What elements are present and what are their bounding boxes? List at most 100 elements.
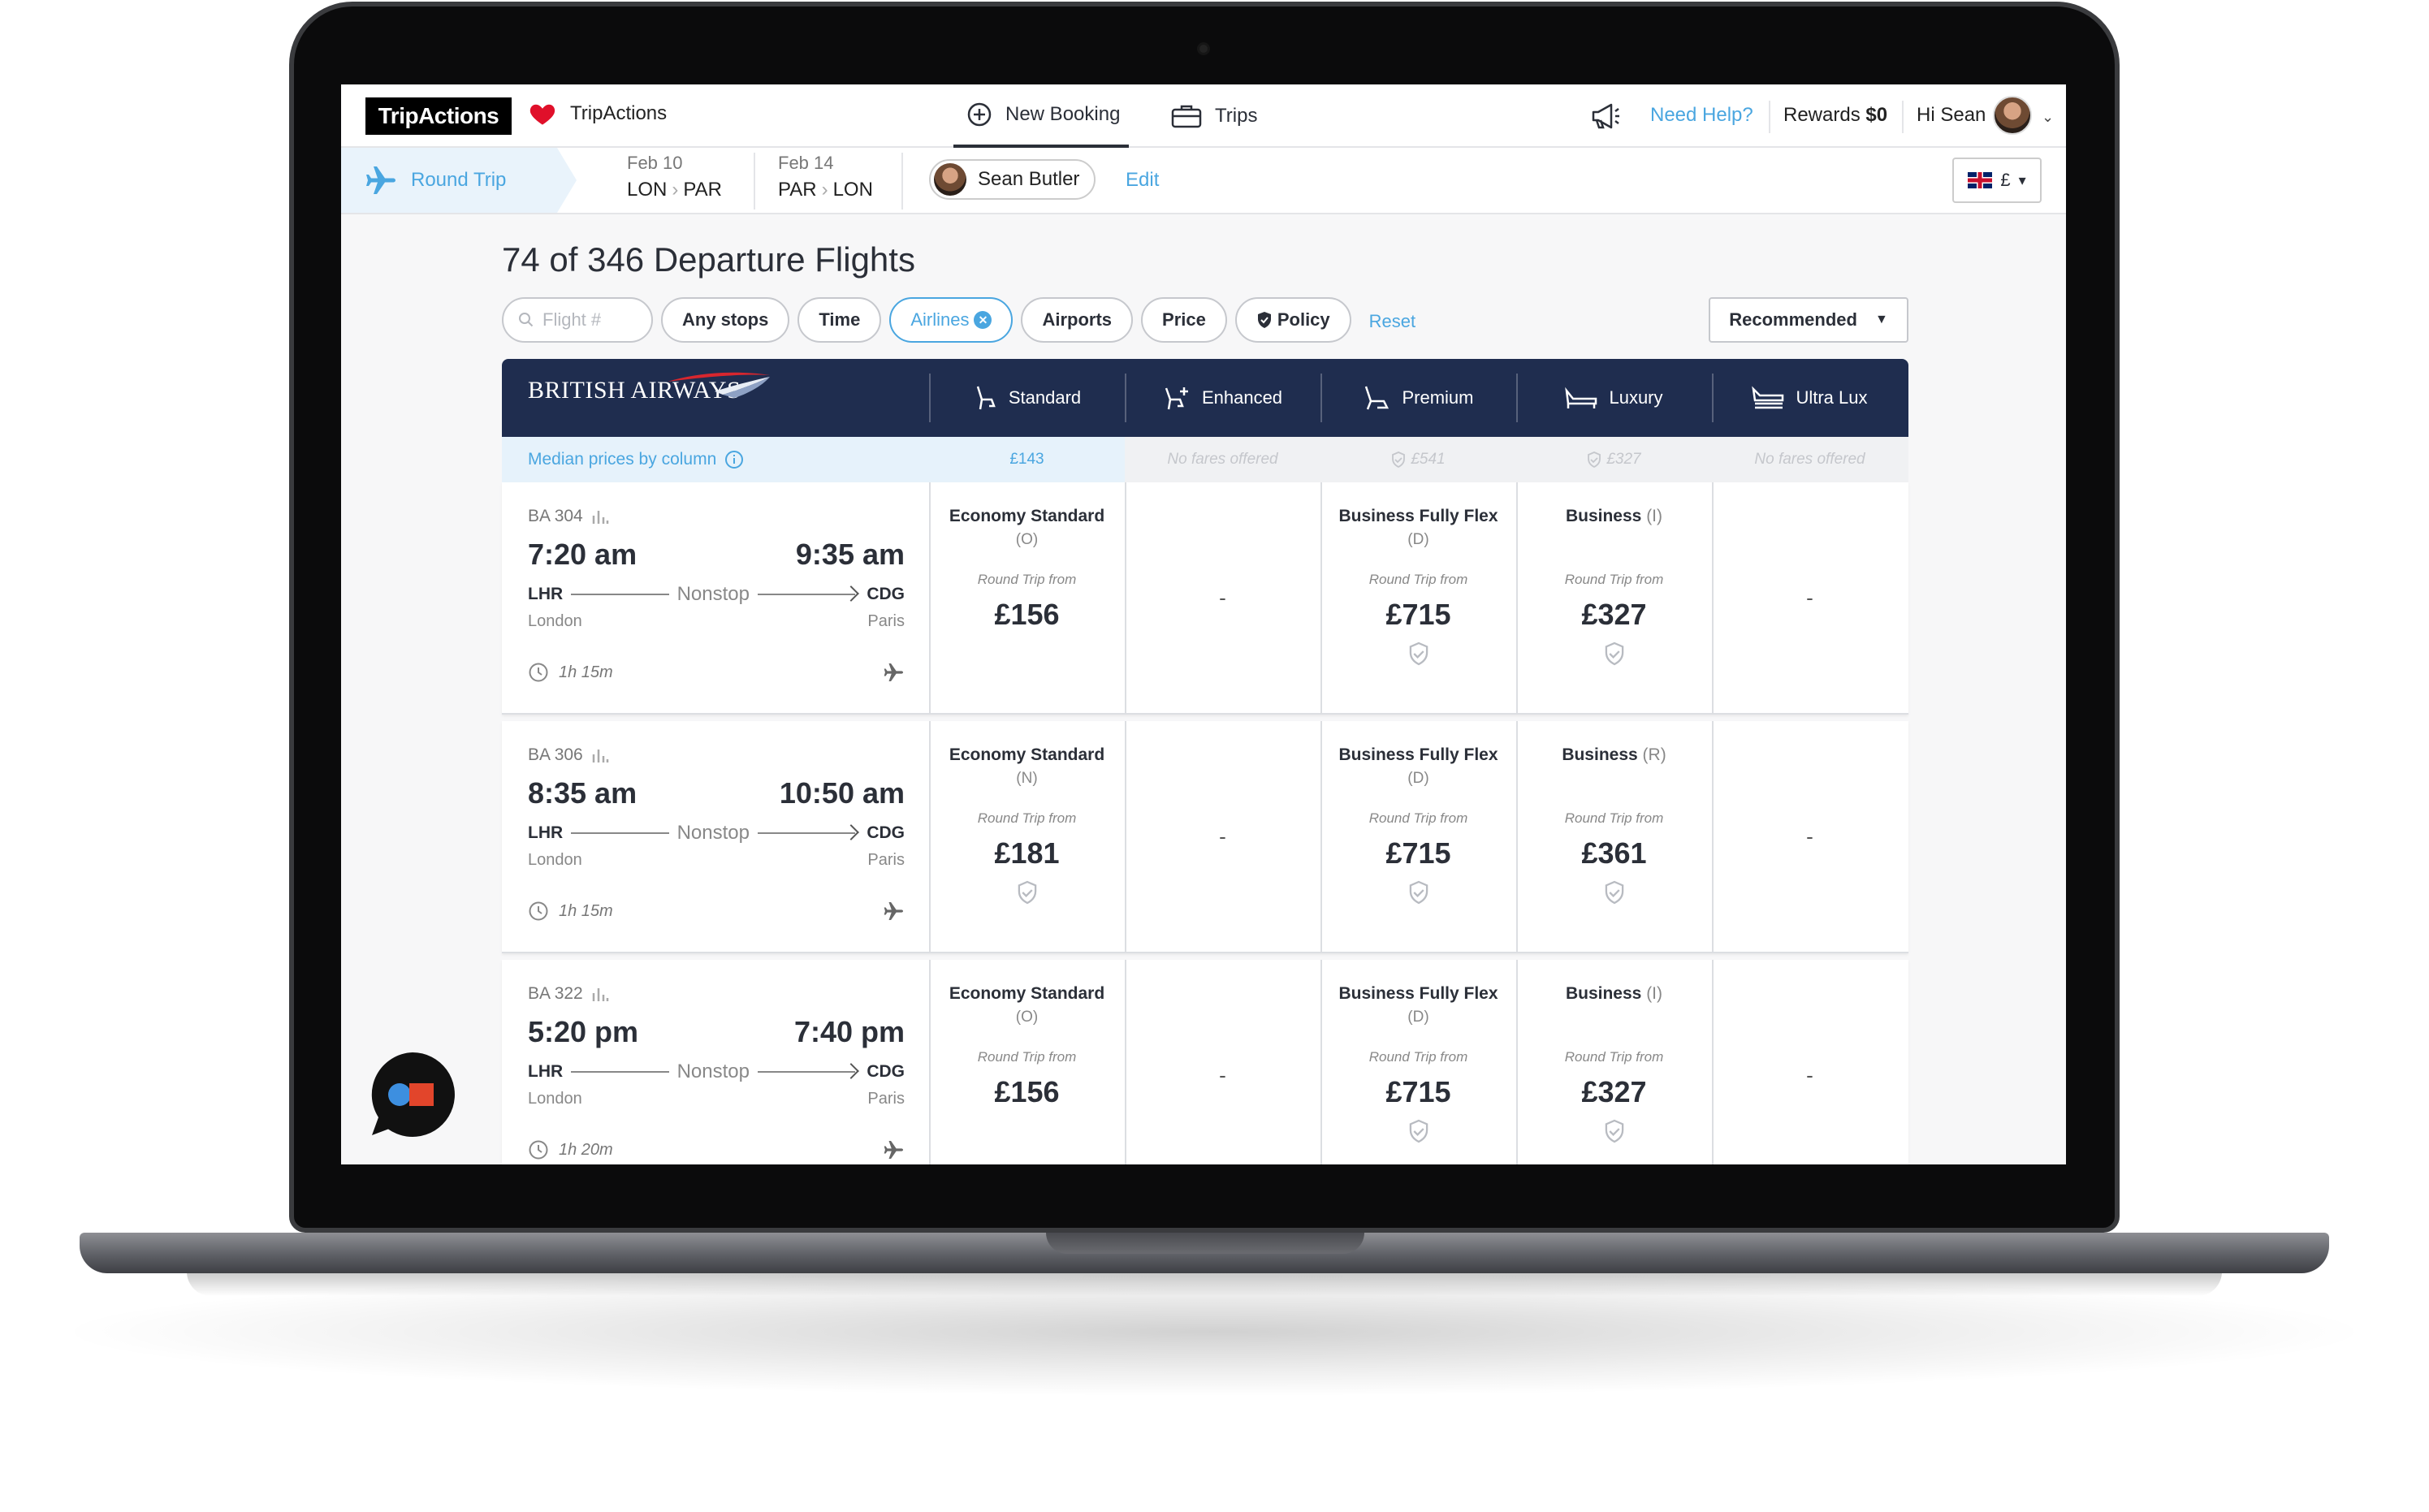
sort-select[interactable]: Recommended ▼ [1709, 297, 1908, 343]
chat-support-icon[interactable] [367, 1049, 458, 1140]
tripactions-logo[interactable]: TripActions [365, 97, 512, 135]
fare-class: Business (R) [1562, 745, 1666, 764]
fare-class: Economy Standard [949, 507, 1105, 525]
shield-check-icon [1018, 880, 1036, 905]
column-standard[interactable]: Standard [929, 359, 1125, 437]
bar-chart-icon[interactable] [591, 508, 609, 525]
airplane-icon [884, 663, 904, 682]
edit-search-link[interactable]: Edit [1126, 169, 1159, 192]
fare-code: (D) [1407, 1009, 1429, 1026]
user-avatar[interactable] [1993, 96, 2032, 135]
round-trip-label: Round Trip from [977, 1049, 1077, 1065]
currency-select[interactable]: £ ▾ [1952, 158, 2042, 203]
nav-new-booking[interactable]: New Booking [953, 84, 1129, 148]
airplane-icon [366, 166, 395, 194]
origin-code: LHR [528, 585, 564, 603]
fare-code: (O) [1015, 1009, 1039, 1026]
clock-icon [529, 901, 548, 921]
filter-airlines[interactable]: Airlines ✕ [889, 297, 1014, 343]
bar-chart-icon[interactable] [591, 985, 609, 1003]
destination-city: Paris [867, 612, 905, 630]
laptop-camera [1197, 42, 1210, 55]
filter-stops[interactable]: Any stops [661, 297, 790, 343]
fare-price: £715 [1385, 598, 1451, 631]
filter-airlines-label: Airlines [910, 309, 970, 330]
fare-cell-luxury[interactable]: Business (I) Round Trip from £327 [1516, 482, 1712, 713]
round-trip-label: Round Trip from [1564, 1049, 1664, 1065]
fare-class: Economy Standard [949, 745, 1105, 764]
bar-chart-icon[interactable] [591, 746, 609, 764]
column-premium[interactable]: Premium [1320, 359, 1516, 437]
fare-cell-standard[interactable]: Economy Standard (N) Round Trip from £18… [929, 721, 1125, 952]
origin-city: London [528, 612, 582, 630]
fare-cell-luxury[interactable]: Business (R) Round Trip from £361 [1516, 721, 1712, 952]
reset-filters-link[interactable]: Reset [1359, 297, 1415, 346]
flight-row[interactable]: BA 322 5:20 pm 7:40 pm LHR Nonstop CDG Lond… [502, 960, 1908, 1164]
trip-summary-bar: Round Trip Feb 10 LON › PAR Feb 14 PAR › LON… [341, 148, 2066, 214]
fare-price: £715 [1385, 836, 1451, 870]
filter-policy[interactable]: Policy [1234, 297, 1351, 343]
fare-cell-ultra-lux: - [1806, 1062, 1813, 1087]
destination-code: CDG [867, 585, 905, 603]
rewards-value: $0 [1865, 104, 1888, 126]
departure-time: 7:20 am [528, 538, 638, 571]
median-prices-row: Median prices by column £143 No fares of… [502, 437, 1908, 482]
median-standard: £143 [929, 437, 1125, 482]
column-ultra-lux[interactable]: Ultra Lux [1712, 359, 1908, 437]
fare-cell-standard[interactable]: Economy Standard (O) Round Trip from £15… [929, 960, 1125, 1164]
fare-cell-premium[interactable]: Business Fully Flex (D) Round Trip from … [1320, 960, 1516, 1164]
fare-class: Business Fully Flex [1338, 745, 1498, 764]
chevron-right-icon: › [672, 179, 679, 201]
column-label: Premium [1402, 387, 1474, 408]
arrow-right-icon [757, 832, 856, 834]
fare-cell-luxury[interactable]: Business (I) Round Trip from £327 [1516, 960, 1712, 1164]
fare-cell-enhanced: - [1219, 1062, 1226, 1087]
traveler-pill[interactable]: Sean Butler [929, 159, 1096, 200]
fare-price: £327 [1581, 598, 1647, 631]
arrow-right-icon [757, 594, 856, 595]
flight-number-search[interactable]: Flight # [502, 297, 653, 343]
round-trip-label: Round Trip from [1564, 572, 1664, 587]
flight-row[interactable]: BA 304 7:20 am 9:35 am LHR Nonstop CDG Lond… [502, 482, 1908, 715]
chevron-down-icon: ▾ [2018, 171, 2026, 188]
column-label: Luxury [1609, 387, 1663, 408]
fare-cell-premium[interactable]: Business Fully Flex (D) Round Trip from … [1320, 482, 1516, 713]
outbound-leg[interactable]: Feb 10 LON › PAR [627, 153, 722, 201]
laptop-notch [1046, 1233, 1364, 1254]
origin-code: LHR [528, 1062, 564, 1081]
return-leg[interactable]: Feb 14 PAR › LON [778, 153, 873, 201]
filter-airports[interactable]: Airports [1021, 297, 1134, 343]
arrival-time: 9:35 am [795, 538, 905, 571]
briefcase-icon [1171, 105, 1202, 128]
currency-symbol: £ [2000, 170, 2011, 190]
trip-type-tab[interactable]: Round Trip [341, 148, 577, 213]
fare-class: Economy Standard [949, 984, 1105, 1003]
nav-trips[interactable]: Trips [1171, 84, 1257, 148]
fare-cell-standard[interactable]: Economy Standard (O) Round Trip from £15… [929, 482, 1125, 713]
column-label: Standard [1008, 387, 1082, 408]
shield-check-icon [1392, 451, 1406, 468]
chevron-down-icon[interactable]: ⌄ [2042, 109, 2054, 126]
filter-time[interactable]: Time [797, 297, 882, 343]
flight-duration: 1h 15m [559, 901, 613, 920]
user-greeting[interactable]: Hi Sean [1917, 104, 1986, 127]
fare-cell-premium[interactable]: Business Fully Flex (D) Round Trip from … [1320, 721, 1516, 952]
stops-label: Nonstop [676, 583, 750, 605]
filter-policy-label: Policy [1277, 309, 1330, 330]
leg-divider [901, 153, 903, 210]
rewards-balance[interactable]: Rewards $0 [1783, 104, 1887, 127]
filter-price[interactable]: Price [1141, 297, 1227, 343]
need-help-link[interactable]: Need Help? [1650, 104, 1753, 127]
info-icon[interactable] [724, 450, 744, 469]
median-premium: £541 [1320, 437, 1516, 482]
departure-time: 8:35 am [528, 776, 638, 810]
clear-filter-icon[interactable]: ✕ [974, 311, 992, 329]
shield-check-icon [1588, 451, 1601, 468]
heart-icon [529, 104, 555, 125]
fare-table: BRITISH AIRWAYS Standard Enhanced Premiu… [502, 359, 1908, 1164]
flight-row[interactable]: BA 306 8:35 am 10:50 am LHR Nonstop CDG Lon… [502, 721, 1908, 953]
column-enhanced[interactable]: Enhanced [1125, 359, 1320, 437]
column-luxury[interactable]: Luxury [1516, 359, 1712, 437]
megaphone-icon[interactable] [1588, 101, 1621, 132]
fare-code: (N) [1016, 770, 1038, 787]
